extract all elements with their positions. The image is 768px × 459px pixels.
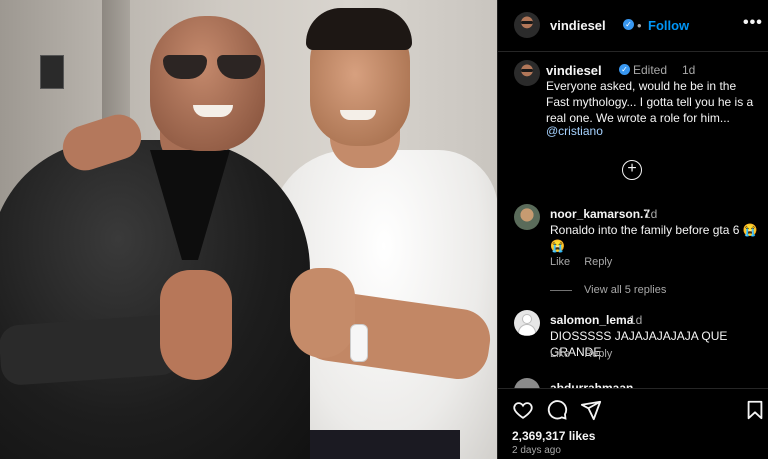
post-header: vindiesel ✓ • Follow ••• — [498, 0, 768, 52]
comment-reply-button[interactable]: Reply — [584, 256, 612, 268]
verified-badge-icon: ✓ — [623, 19, 634, 30]
view-replies-button[interactable]: View all 5 replies — [550, 284, 666, 296]
comment-text: Ronaldo into the family before gta 6 😭😭 — [550, 223, 758, 253]
photo-person-right-hair — [306, 8, 412, 50]
header-separator: • — [637, 18, 642, 33]
photo-wristband — [350, 324, 368, 362]
comment-time[interactable]: 1d — [644, 207, 657, 221]
comment-reply-button[interactable]: Reply — [584, 348, 612, 360]
more-options-icon[interactable]: ••• — [743, 14, 763, 32]
edited-label: Edited — [633, 63, 668, 77]
author-username[interactable]: vindiesel — [550, 18, 606, 33]
post-timestamp[interactable]: 2 days ago — [512, 445, 561, 456]
comment-avatar[interactable] — [514, 378, 540, 388]
caption-text: Everyone asked, would he be in the Fast … — [546, 79, 754, 125]
photo-person-right-smile — [340, 110, 376, 120]
share-icon[interactable] — [580, 399, 602, 421]
caption-time[interactable]: 1d — [682, 63, 695, 77]
comment-actions: Like Reply — [550, 348, 626, 360]
replies-divider-line — [550, 289, 572, 291]
caption-avatar[interactable] — [514, 60, 540, 86]
comment-like-button[interactable]: Like — [550, 256, 570, 268]
follow-button[interactable]: Follow — [648, 18, 689, 33]
comment-username[interactable]: salomon_lema — [550, 313, 633, 327]
likes-count[interactable]: 2,369,317 likes — [512, 429, 595, 443]
photo-sunglasses — [163, 55, 261, 81]
caption-mention-link[interactable]: @cristiano — [546, 124, 603, 138]
photo-person-left-thumbs-up — [160, 270, 232, 380]
load-more-comments-icon[interactable]: + — [622, 160, 642, 180]
comment-username[interactable]: noor_kamarson.7 — [550, 207, 650, 221]
photo-person-left-arm — [0, 313, 182, 387]
default-avatar-icon[interactable] — [514, 310, 540, 336]
photo-person-left-jacket — [0, 140, 310, 459]
verified-badge-icon: ✓ — [619, 64, 630, 75]
post-photo[interactable] — [0, 0, 497, 459]
post-sidebar: vindiesel ✓ • Follow ••• vindiesel ✓ Edi… — [497, 0, 768, 459]
bookmark-icon[interactable] — [744, 399, 766, 421]
comment-icon[interactable] — [546, 399, 568, 421]
comment-like-button[interactable]: Like — [550, 348, 570, 360]
post-actions-footer: 2,369,317 likes 2 days ago — [498, 388, 768, 459]
comment-item-partial: abdurrahmaan — [498, 378, 768, 388]
photo-person-right-thumbs-up — [290, 268, 355, 358]
photo-person-right-jeans — [300, 430, 460, 459]
author-avatar[interactable] — [514, 12, 540, 38]
comment-time[interactable]: 1d — [629, 313, 642, 327]
caption-username[interactable]: vindiesel — [546, 63, 602, 78]
photo-wall-sign — [40, 55, 64, 89]
heart-icon[interactable] — [512, 399, 534, 421]
comment-actions: Like Reply — [550, 256, 626, 268]
comment-username[interactable]: abdurrahmaan — [550, 381, 633, 388]
photo-person-left-head — [150, 16, 265, 151]
comment-avatar[interactable] — [514, 204, 540, 230]
photo-person-left-smile — [193, 105, 233, 117]
